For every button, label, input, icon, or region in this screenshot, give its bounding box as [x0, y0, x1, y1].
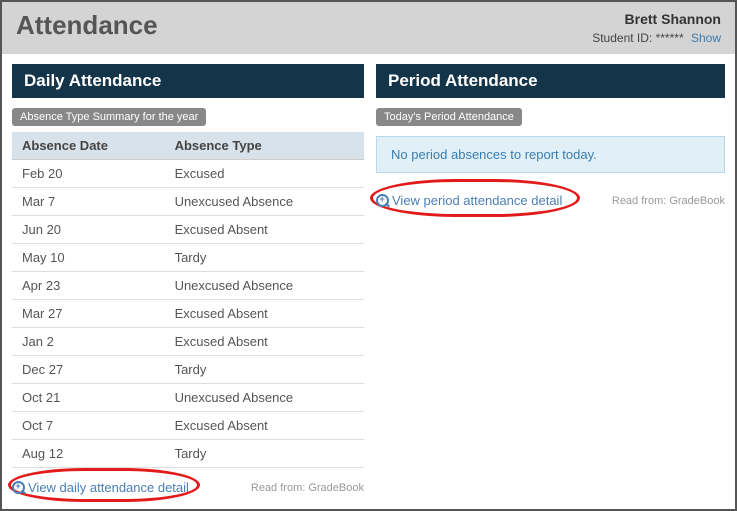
- zoom-in-icon: +: [376, 194, 390, 208]
- daily-absence-table: Absence Date Absence Type Feb 20ExcusedM…: [12, 132, 364, 468]
- zoom-in-icon: +: [12, 481, 26, 495]
- table-row: Jan 2Excused Absent: [12, 328, 364, 356]
- view-period-detail-label: View period attendance detail: [392, 193, 562, 208]
- period-read-from: Read from: GradeBook: [612, 195, 725, 207]
- absence-type-cell: Unexcused Absence: [165, 384, 364, 412]
- student-id-label: Student ID:: [592, 31, 652, 45]
- table-row: Jun 20Excused Absent: [12, 216, 364, 244]
- absence-type-cell: Unexcused Absence: [165, 272, 364, 300]
- table-row: Apr 23Unexcused Absence: [12, 272, 364, 300]
- absence-date-cell: Feb 20: [12, 160, 165, 188]
- daily-summary-badge[interactable]: Absence Type Summary for the year: [12, 108, 206, 126]
- student-name: Brett Shannon: [592, 10, 721, 30]
- absence-type-cell: Excused Absent: [165, 300, 364, 328]
- absence-date-cell: Aug 12: [12, 440, 165, 468]
- absence-date-cell: Mar 7: [12, 188, 165, 216]
- view-period-detail-link[interactable]: + View period attendance detail: [376, 193, 562, 208]
- daily-panel-title: Daily Attendance: [12, 64, 364, 98]
- absence-type-cell: Excused Absent: [165, 412, 364, 440]
- table-row: Dec 27Tardy: [12, 356, 364, 384]
- page-header: Attendance Brett Shannon Student ID: ***…: [2, 2, 735, 54]
- absence-date-cell: Dec 27: [12, 356, 165, 384]
- student-info: Brett Shannon Student ID: ****** Show: [592, 10, 721, 46]
- period-panel-title: Period Attendance: [376, 64, 725, 98]
- absence-date-cell: Oct 7: [12, 412, 165, 440]
- absence-type-cell: Unexcused Absence: [165, 188, 364, 216]
- absence-type-cell: Excused Absent: [165, 328, 364, 356]
- absence-type-cell: Tardy: [165, 440, 364, 468]
- period-today-badge[interactable]: Today's Period Attendance: [376, 108, 522, 126]
- table-row: Feb 20Excused: [12, 160, 364, 188]
- period-footer: + View period attendance detail Read fro…: [376, 191, 725, 210]
- daily-read-from: Read from: GradeBook: [251, 482, 364, 494]
- page-title: Attendance: [16, 10, 158, 41]
- absence-date-cell: Jan 2: [12, 328, 165, 356]
- table-row: Oct 21Unexcused Absence: [12, 384, 364, 412]
- col-absence-date: Absence Date: [12, 132, 165, 160]
- absence-date-cell: May 10: [12, 244, 165, 272]
- period-attendance-panel: Period Attendance Today's Period Attenda…: [376, 64, 725, 497]
- table-row: May 10Tardy: [12, 244, 364, 272]
- view-daily-detail-label: View daily attendance detail: [28, 480, 189, 495]
- absence-type-cell: Tardy: [165, 244, 364, 272]
- col-absence-type: Absence Type: [165, 132, 364, 160]
- absence-type-cell: Excused Absent: [165, 216, 364, 244]
- show-id-link[interactable]: Show: [691, 31, 721, 45]
- table-row: Mar 7Unexcused Absence: [12, 188, 364, 216]
- absence-date-cell: Mar 27: [12, 300, 165, 328]
- absence-date-cell: Oct 21: [12, 384, 165, 412]
- daily-footer: + View daily attendance detail Read from…: [12, 478, 364, 497]
- table-row: Aug 12Tardy: [12, 440, 364, 468]
- view-daily-detail-link[interactable]: + View daily attendance detail: [12, 480, 189, 495]
- absence-type-cell: Excused: [165, 160, 364, 188]
- absence-date-cell: Jun 20: [12, 216, 165, 244]
- student-id-value: ******: [656, 31, 684, 45]
- no-absences-message: No period absences to report today.: [376, 136, 725, 173]
- absence-date-cell: Apr 23: [12, 272, 165, 300]
- table-row: Mar 27Excused Absent: [12, 300, 364, 328]
- absence-type-cell: Tardy: [165, 356, 364, 384]
- table-row: Oct 7Excused Absent: [12, 412, 364, 440]
- daily-attendance-panel: Daily Attendance Absence Type Summary fo…: [12, 64, 364, 497]
